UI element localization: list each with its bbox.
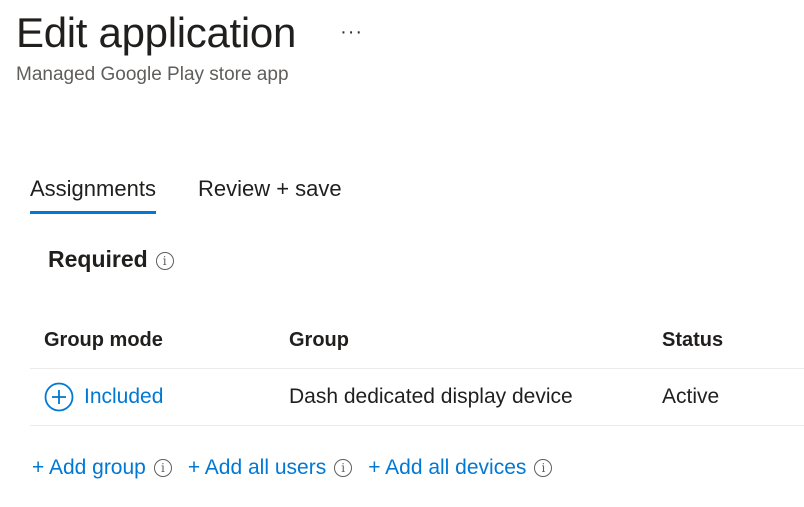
group-cell: Dash dedicated display device — [289, 385, 573, 408]
info-icon[interactable]: i — [153, 459, 172, 477]
page-subtitle: Managed Google Play store app — [16, 64, 289, 85]
assignments-table: Group mode Group Status Included Dash de… — [30, 312, 804, 426]
status-cell: Active — [662, 385, 720, 408]
table-header: Group mode Group Status — [30, 312, 804, 369]
group-mode-cell: Included — [30, 382, 289, 412]
table-row: Included Dash dedicated display device A… — [30, 369, 804, 426]
add-all-devices-link[interactable]: + Add all devices — [368, 456, 526, 480]
add-all-users-link[interactable]: + Add all users — [188, 456, 326, 480]
edit-application-page: Edit application ··· Managed Google Play… — [0, 0, 804, 507]
tab-assignments[interactable]: Assignments — [30, 176, 156, 214]
wizard-tabs: Assignments Review + save — [30, 176, 342, 214]
info-icon[interactable]: i — [334, 459, 353, 477]
column-header-status: Status — [662, 328, 724, 351]
info-icon[interactable]: i — [155, 251, 174, 270]
title-row: Edit application ··· — [16, 8, 363, 58]
plus-circle-icon[interactable] — [44, 382, 74, 412]
section-title: Required — [48, 246, 148, 272]
add-actions: + Add group i + Add all users i + Add al… — [32, 456, 553, 480]
add-group-item: + Add group i — [32, 456, 172, 480]
add-all-devices-item: + Add all devices i — [368, 456, 553, 480]
column-header-group-mode: Group mode — [44, 328, 163, 351]
more-options-button[interactable]: ··· — [340, 22, 363, 42]
column-header-group: Group — [289, 328, 349, 351]
group-mode-link[interactable]: Included — [84, 385, 163, 409]
required-section-heading: Required i — [48, 246, 174, 273]
page-title: Edit application — [16, 9, 297, 56]
info-icon[interactable]: i — [534, 459, 553, 477]
add-all-users-item: + Add all users i — [188, 456, 353, 480]
add-group-link[interactable]: + Add group — [32, 456, 146, 480]
tab-review-save[interactable]: Review + save — [198, 176, 342, 214]
